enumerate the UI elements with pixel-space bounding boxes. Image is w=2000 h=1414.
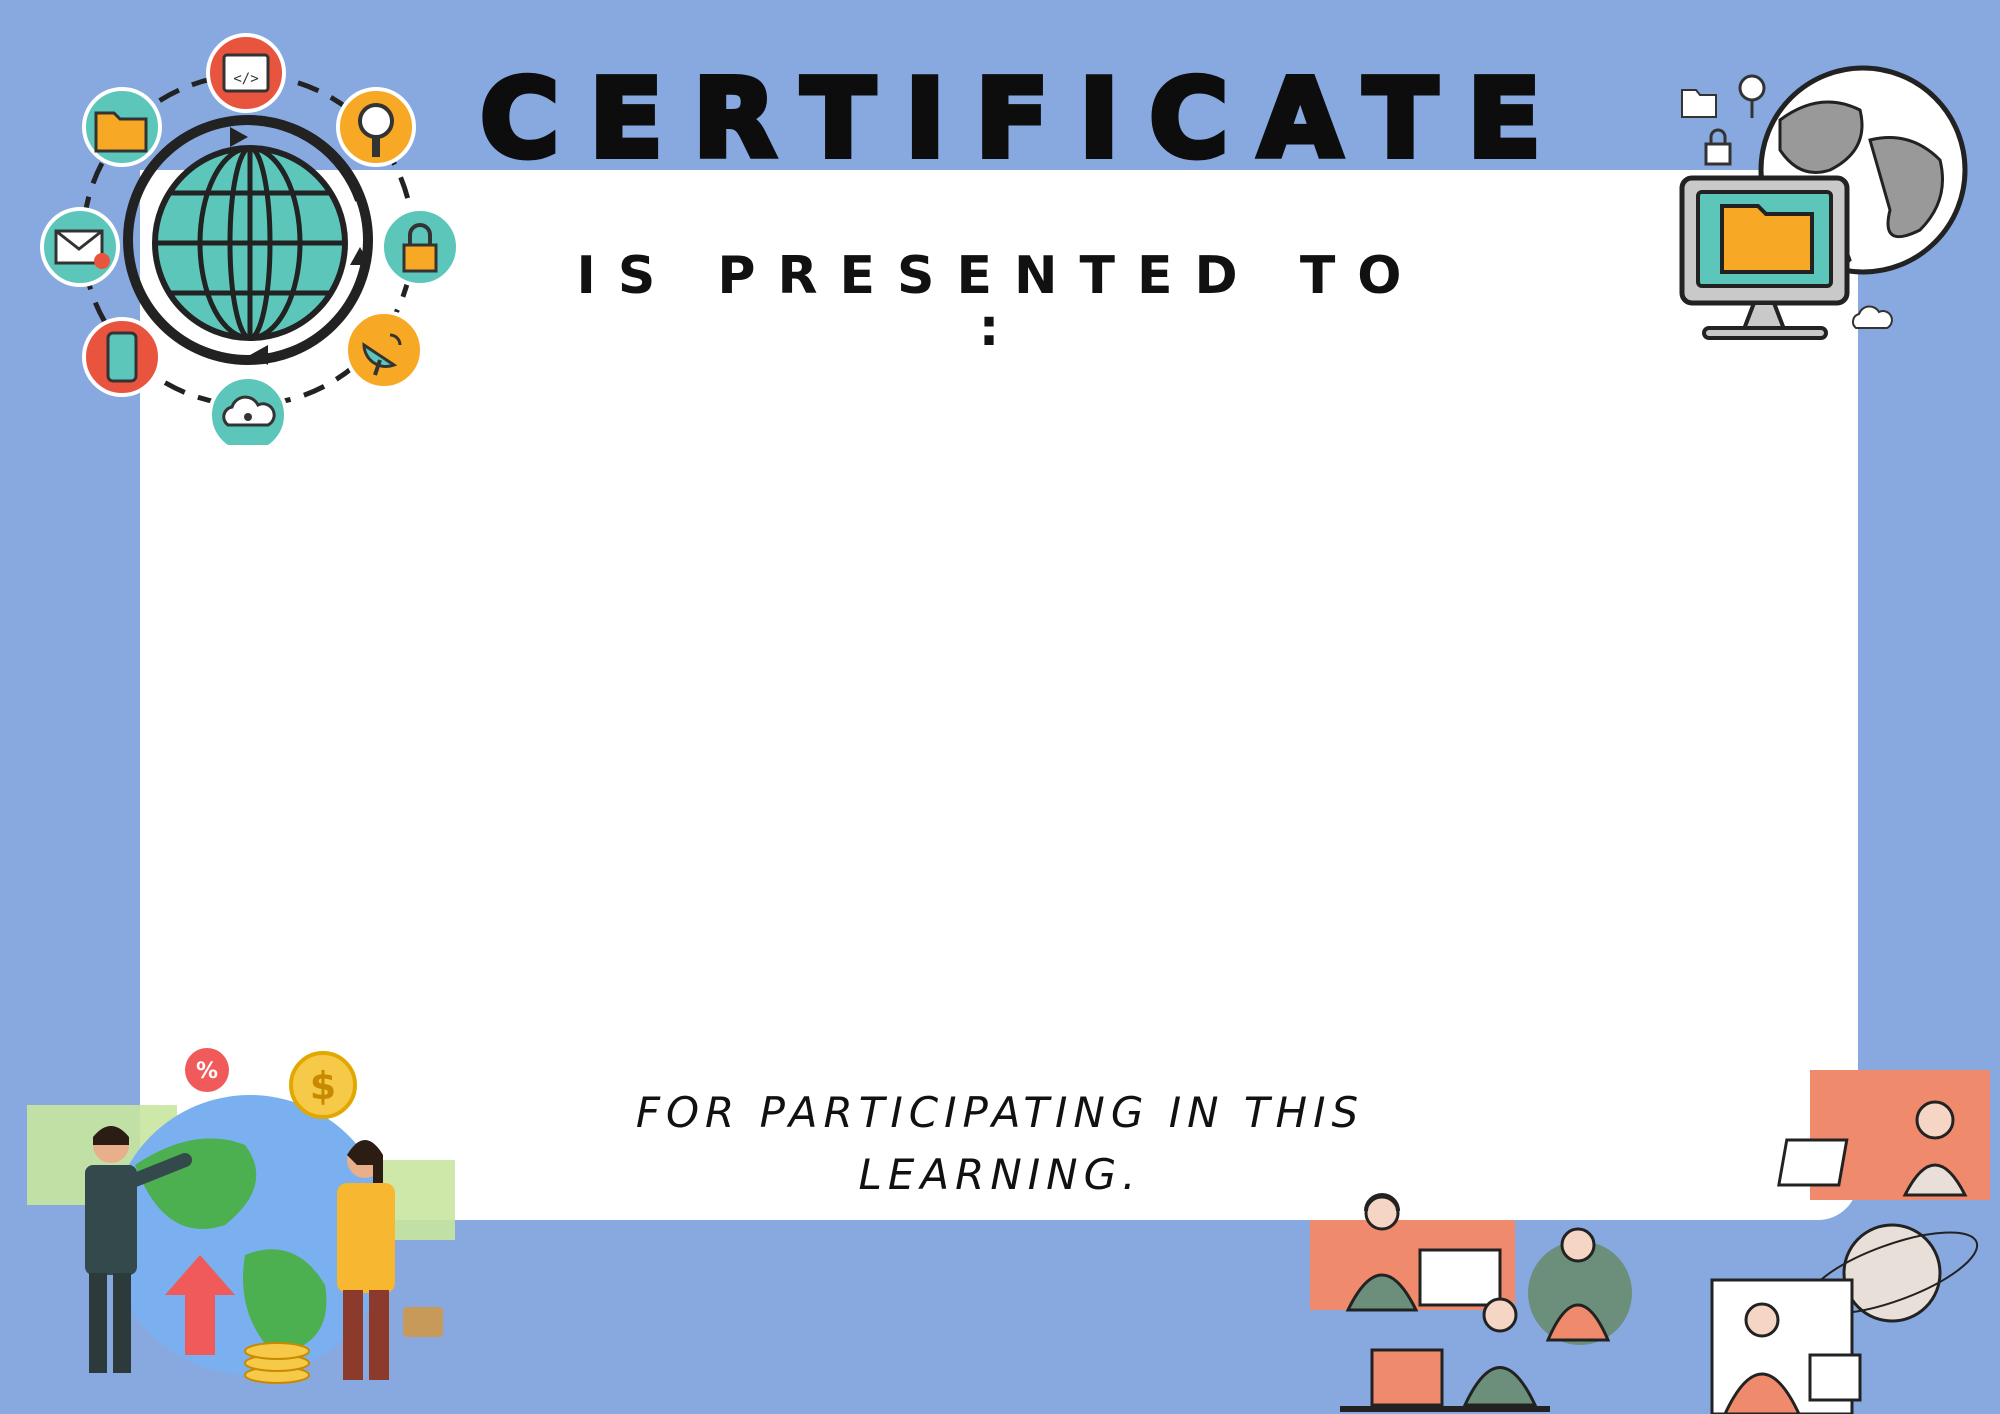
laptop-icon	[1777, 1138, 1849, 1187]
top-right-computer-illustration	[1679, 65, 1968, 340]
call-center-agents-illustration	[1310, 1070, 1990, 1414]
agent-figure-5	[1710, 1278, 1862, 1414]
svg-text:</>: </>	[233, 71, 258, 87]
briefcase-icon	[403, 1307, 443, 1337]
network-icons-cluster: </>	[40, 33, 460, 445]
code-window-icon: </>	[206, 33, 286, 113]
monitor-folder-icon	[1679, 175, 1850, 340]
svg-text:%: %	[196, 1059, 218, 1084]
business-people-illustration: $ %	[27, 1048, 455, 1384]
globe-icon	[123, 115, 373, 365]
agent-figure-4	[1340, 1297, 1550, 1412]
percent-badge-icon: %	[185, 1048, 229, 1092]
mail-alert-icon	[40, 207, 120, 287]
smartphone-icon	[82, 317, 162, 397]
folder-icon	[1681, 89, 1717, 118]
svg-text:$: $	[310, 1064, 336, 1108]
satellite-dish-icon	[344, 310, 424, 390]
certificate-title: CERTIFICATE	[477, 57, 1572, 182]
cloud-lock-icon	[1852, 305, 1893, 329]
lock-icon	[380, 207, 460, 287]
cloud-lock-icon	[208, 375, 288, 445]
magnifier-icon	[336, 87, 416, 167]
participation-text: FOR PARTICIPATING IN THIS LEARNING.	[635, 1088, 1365, 1199]
agent-figure-3	[1528, 1227, 1632, 1345]
folder-icon	[82, 87, 162, 167]
search-icon	[1738, 74, 1766, 118]
certificate-page: CERTIFICATE IS PRESENTED TO : FOR PARTIC…	[0, 0, 2000, 1414]
lock-icon	[1704, 128, 1732, 166]
presented-to-label: IS PRESENTED TO :	[576, 246, 1424, 358]
